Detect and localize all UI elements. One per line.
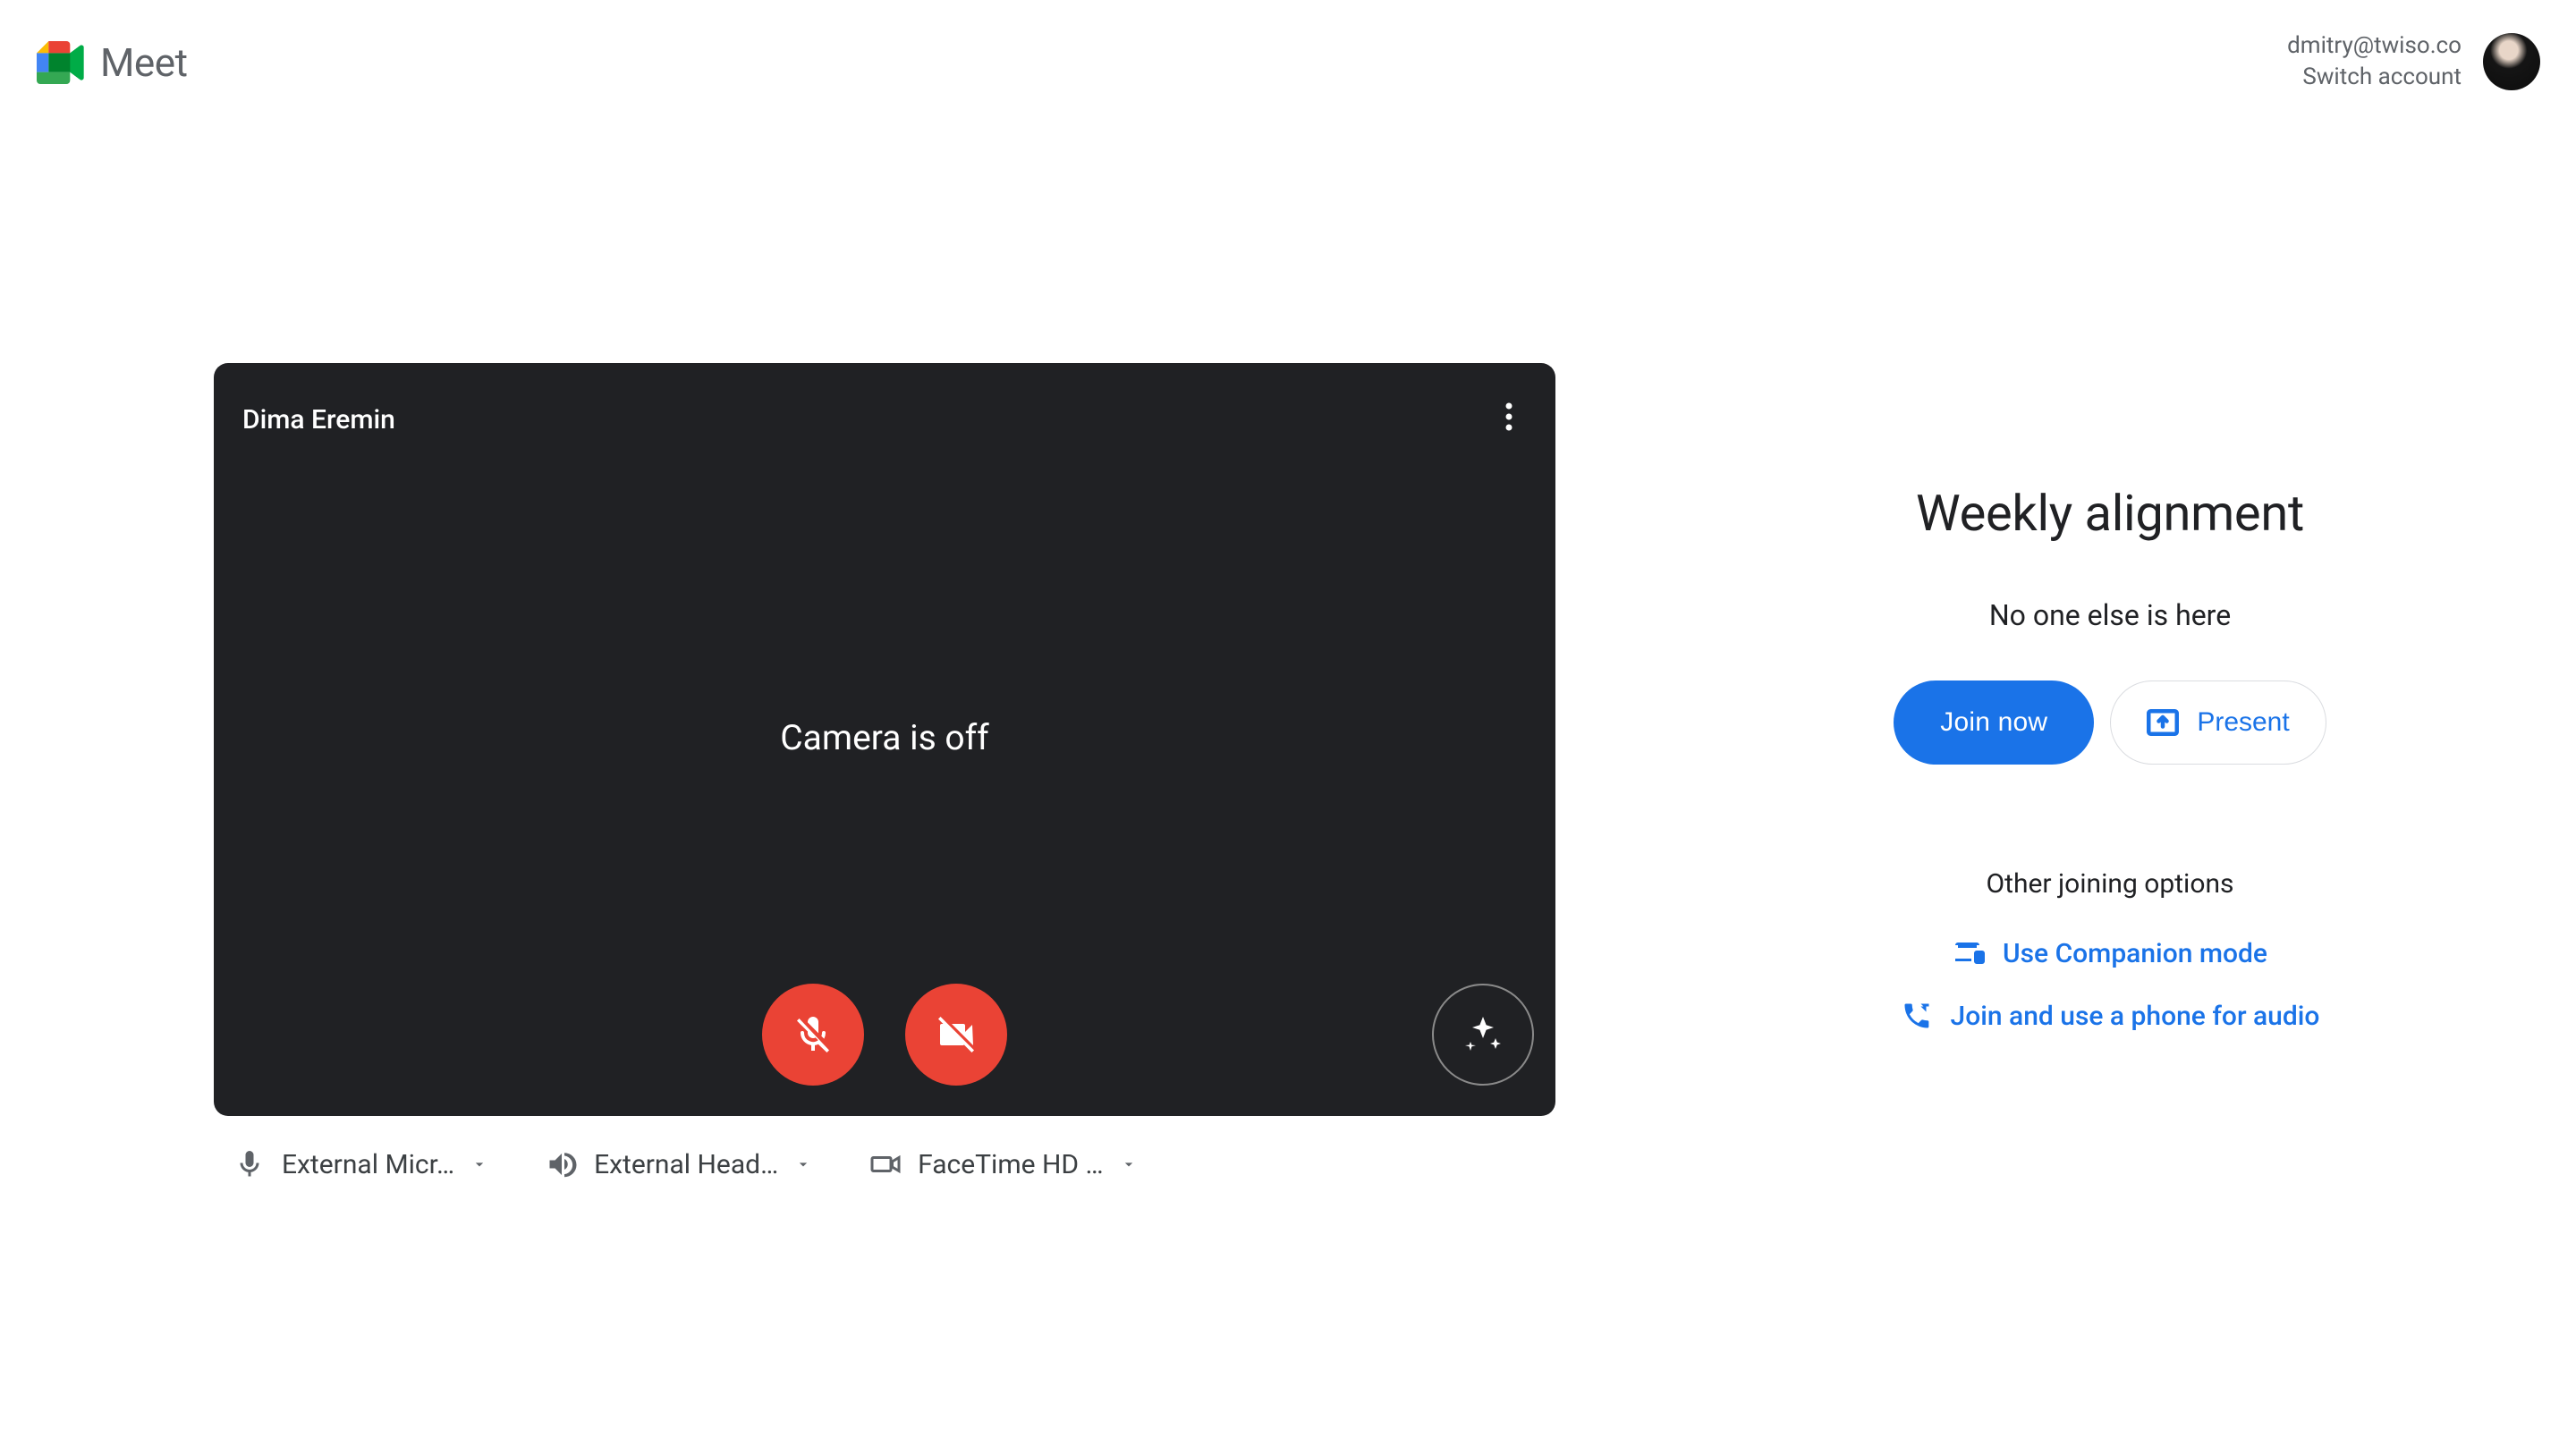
phone-audio-link[interactable]: Join and use a phone for audio (1901, 1000, 2320, 1032)
meeting-title: Weekly alignment (1916, 484, 2304, 543)
speaker-label: External Head… (594, 1149, 778, 1180)
microphone-label: External Micr… (282, 1149, 454, 1180)
tile-more-button[interactable] (1487, 395, 1530, 438)
speaker-icon (546, 1148, 578, 1180)
mic-off-icon (792, 1013, 835, 1056)
sparkle-icon (1462, 1013, 1504, 1056)
more-vert-icon (1505, 402, 1513, 431)
account-block: dmitry@twiso.co Switch account (2287, 30, 2540, 93)
product-name: Meet (100, 39, 187, 86)
microphone-selector[interactable]: External Micr… (233, 1148, 488, 1180)
microphone-icon (233, 1148, 266, 1180)
speaker-selector[interactable]: External Head… (546, 1148, 812, 1180)
present-label: Present (2197, 707, 2289, 738)
chevron-down-icon (794, 1155, 812, 1173)
apply-visual-effects-button[interactable] (1432, 984, 1534, 1086)
camera-off-message: Camera is off (780, 717, 988, 758)
video-camera-icon (869, 1148, 902, 1180)
self-video-tile: Dima Eremin Camera is off (214, 363, 1555, 1116)
toggle-mic-button[interactable] (762, 984, 864, 1086)
account-email: dmitry@twiso.co (2287, 30, 2462, 62)
toggle-camera-button[interactable] (905, 984, 1007, 1086)
companion-mode-label: Use Companion mode (2003, 938, 2267, 969)
companion-mode-link[interactable]: Use Companion mode (1953, 937, 2267, 969)
meet-logo-icon (36, 41, 89, 84)
camera-selector[interactable]: FaceTime HD … (869, 1148, 1137, 1180)
meet-logo-block[interactable]: Meet (36, 39, 187, 86)
participants-status: No one else is here (1989, 598, 2231, 632)
devices-icon (1953, 937, 1985, 969)
camera-off-icon (935, 1013, 978, 1056)
avatar[interactable] (2483, 33, 2540, 90)
present-button[interactable]: Present (2110, 681, 2326, 765)
switch-account-link[interactable]: Switch account (2287, 62, 2462, 93)
phone-icon (1901, 1000, 1933, 1032)
join-panel: Weekly alignment No one else is here Joi… (1779, 484, 2441, 1032)
self-preview-column: Dima Eremin Camera is off (214, 363, 1555, 1180)
self-name-label: Dima Eremin (242, 404, 395, 435)
present-icon (2147, 709, 2179, 736)
other-joining-options-heading: Other joining options (1986, 868, 2233, 900)
chevron-down-icon (470, 1155, 488, 1173)
join-now-button[interactable]: Join now (1894, 681, 2094, 765)
chevron-down-icon (1120, 1155, 1138, 1173)
app-header: Meet dmitry@twiso.co Switch account (0, 0, 2576, 107)
phone-audio-label: Join and use a phone for audio (1951, 1001, 2320, 1032)
camera-label: FaceTime HD … (918, 1149, 1103, 1180)
